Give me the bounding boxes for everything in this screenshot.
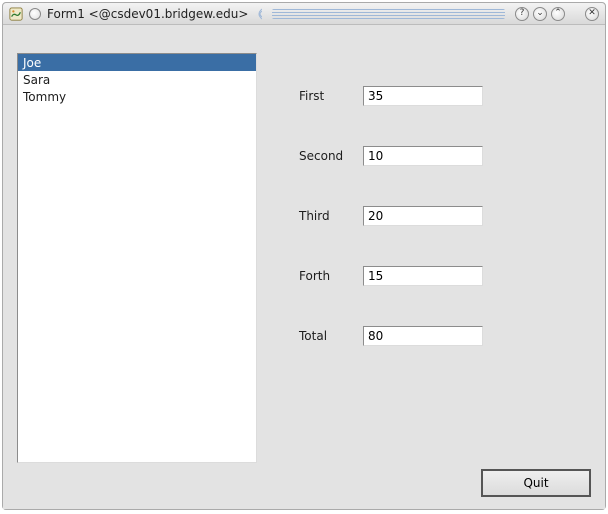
input-total[interactable] [363, 326, 483, 346]
titlebar: Form1 <@csdev01.bridgew.edu> ? ⌄ ⌃ ✕ [3, 3, 605, 25]
row-second: Second [299, 145, 559, 167]
close-button[interactable]: ✕ [585, 7, 599, 21]
titlebar-stripes [272, 9, 505, 19]
minimize-button[interactable]: ⌄ [533, 7, 547, 21]
list-item[interactable]: Sara [18, 71, 256, 88]
quit-button[interactable]: Quit [481, 469, 591, 497]
pin-icon[interactable] [29, 8, 41, 20]
row-first: First [299, 85, 559, 107]
row-third: Third [299, 205, 559, 227]
titlebar-stripes-left-cap [254, 7, 262, 21]
list-item[interactable]: Joe [18, 54, 256, 71]
input-third[interactable] [363, 206, 483, 226]
label-second: Second [299, 149, 363, 163]
window-title: Form1 <@csdev01.bridgew.edu> [47, 7, 248, 21]
titlebar-controls: ? ⌄ ⌃ ✕ [515, 7, 599, 21]
form-area: First Second Third Forth Total [299, 85, 559, 385]
app-icon [9, 7, 23, 21]
row-forth: Forth [299, 265, 559, 287]
app-window: Form1 <@csdev01.bridgew.edu> ? ⌄ ⌃ ✕ Joe… [2, 2, 606, 510]
input-first[interactable] [363, 86, 483, 106]
row-total: Total [299, 325, 559, 347]
label-forth: Forth [299, 269, 363, 283]
maximize-button[interactable]: ⌃ [551, 7, 565, 21]
label-third: Third [299, 209, 363, 223]
input-forth[interactable] [363, 266, 483, 286]
input-second[interactable] [363, 146, 483, 166]
help-button[interactable]: ? [515, 7, 529, 21]
content-area: Joe Sara Tommy First Second Third Forth [3, 25, 605, 509]
label-first: First [299, 89, 363, 103]
name-listbox[interactable]: Joe Sara Tommy [17, 53, 257, 463]
list-item[interactable]: Tommy [18, 88, 256, 105]
label-total: Total [299, 329, 363, 343]
